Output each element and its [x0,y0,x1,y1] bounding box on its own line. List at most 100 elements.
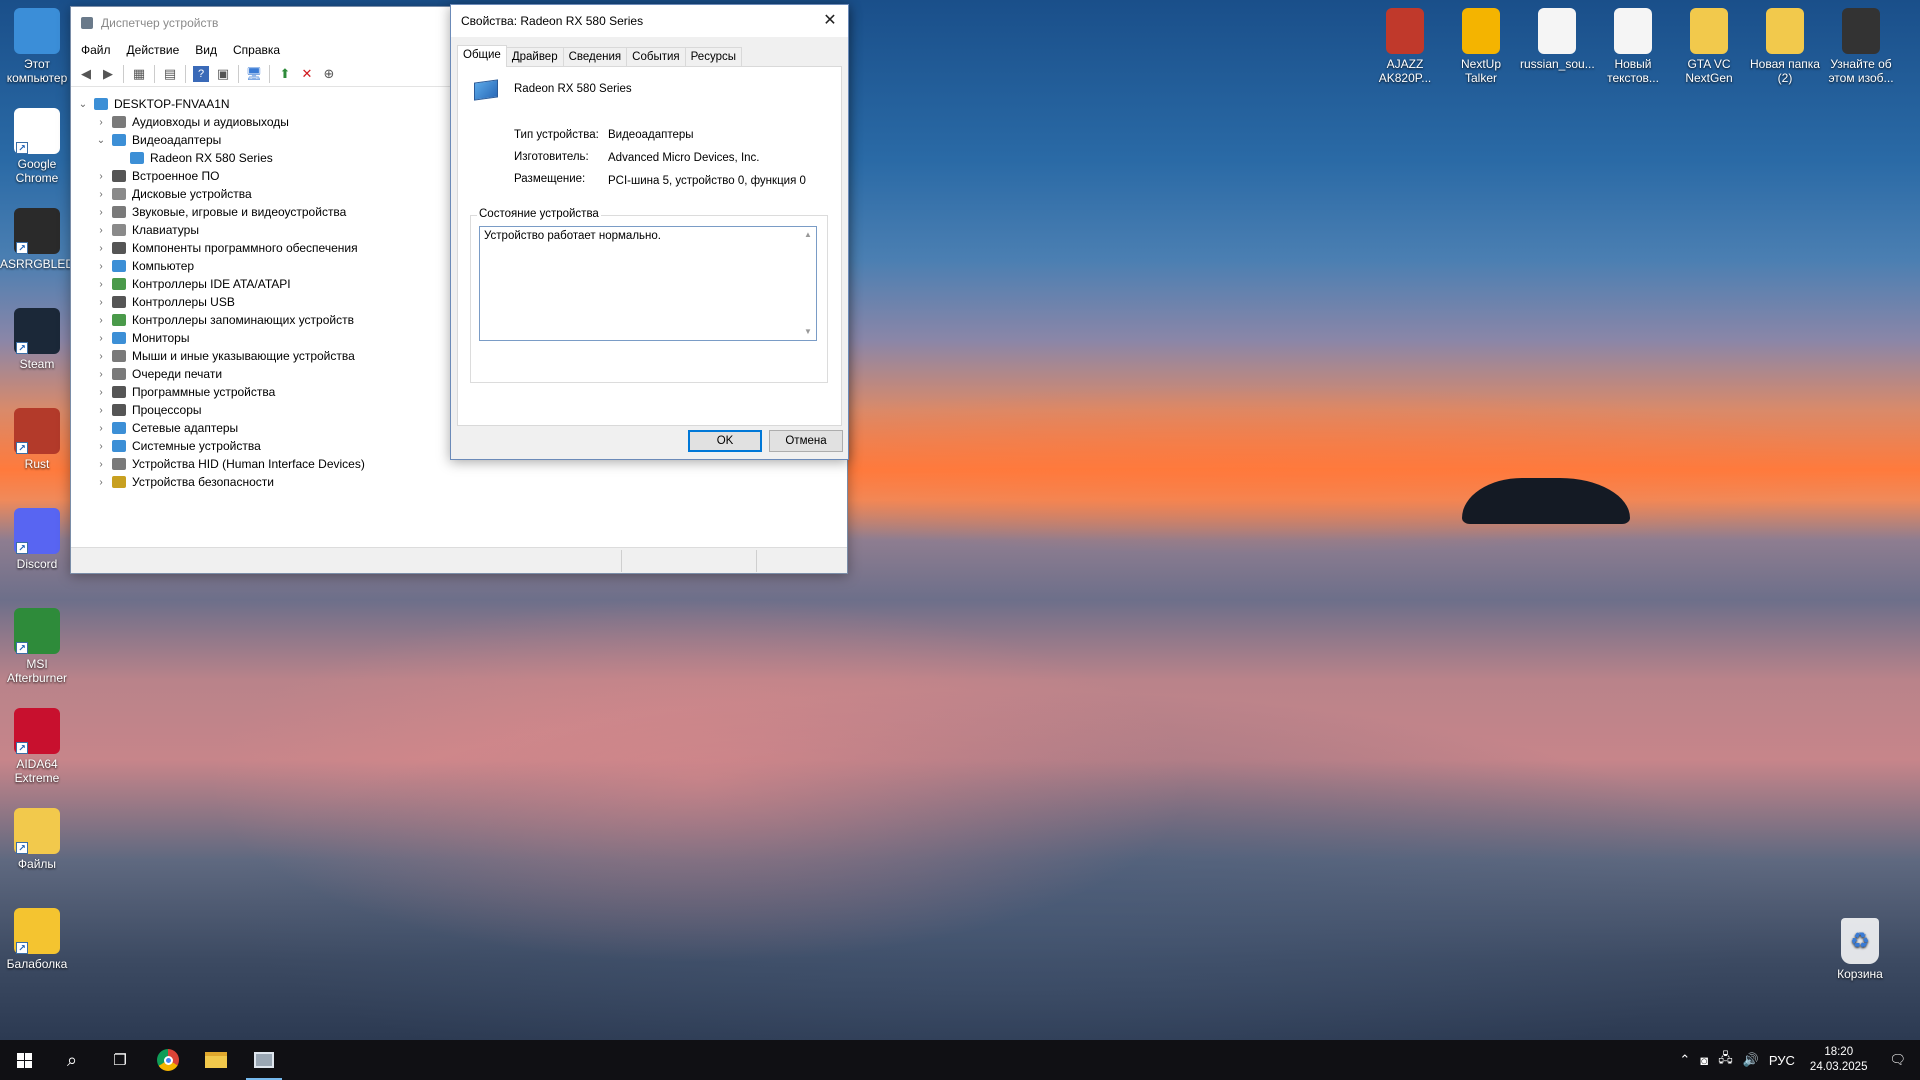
menu-help[interactable]: Справка [227,43,290,57]
properties-titlebar[interactable]: Свойства: Radeon RX 580 Series [451,5,848,37]
desktop-icon-files-folder[interactable]: ↗ Файлы [0,808,74,871]
chevron-right-icon[interactable]: › [94,189,108,200]
close-icon[interactable]: ✕ [820,11,840,31]
chevron-right-icon[interactable]: › [94,225,108,236]
taskbar-chrome[interactable] [144,1040,192,1080]
chevron-right-icon[interactable]: › [94,117,108,128]
add-driver-icon[interactable]: ⬆ [274,63,296,85]
desktop-icon-aida64[interactable]: ↗ AIDA64 Extreme [0,708,74,785]
desktop-icon-folder[interactable]: GTA VC NextGen [1672,8,1746,85]
action-pane-icon[interactable]: ▣ [212,63,234,85]
chevron-right-icon[interactable]: › [94,351,108,362]
webcam-icon[interactable]: ◙ [1695,1053,1713,1068]
desktop-icon-label: AIDA64 Extreme [14,757,60,785]
tab-events[interactable]: События [626,47,686,67]
desktop-icon-msi-afterburner[interactable]: ↗ MSI Afterburner [0,608,74,685]
chevron-right-icon[interactable]: › [94,315,108,326]
usb-icon [112,296,126,308]
desktop-icon-file[interactable]: russian_sou... [1520,8,1595,71]
desktop-icon-steam[interactable]: ↗ Steam [0,308,74,371]
cancel-button[interactable]: Отмена [769,430,843,452]
toolbar-separator [238,64,239,83]
shortcut-arrow-icon: ↗ [16,542,28,554]
scan-hardware-icon[interactable]: 🖥 [243,63,265,85]
toolbar-separator [269,64,270,83]
back-arrow-icon[interactable]: ◀ [75,63,97,85]
ok-button[interactable]: OK [688,430,762,452]
show-hide-console-tree-icon[interactable]: ▦ [128,63,150,85]
task-view-icon: ❐ [113,1052,127,1069]
tab-resources[interactable]: Ресурсы [684,47,742,67]
properties-dialog: Свойства: Radeon RX 580 Series ✕ Общие Д… [450,4,849,460]
desktop-icon-discord[interactable]: ↗ Discord [0,508,74,571]
chevron-right-icon[interactable]: › [94,279,108,290]
menu-view[interactable]: Вид [189,43,227,57]
notifications-icon[interactable]: 🗨 [1881,1052,1920,1068]
tab-driver[interactable]: Драйвер [505,47,564,67]
field-device-type-key: Тип устройства: [514,129,599,141]
tree-node-label: Компоненты программного обеспечения [132,241,358,255]
desktop-icon-rust[interactable]: ↗ Rust [0,408,74,471]
start-button[interactable] [0,1040,48,1080]
chevron-up-icon[interactable]: ⌃ [1674,1052,1695,1068]
tree-node-label: Клавиатуры [132,223,199,237]
menu-file[interactable]: Файл [75,43,121,57]
desktop-icon-camera-info[interactable]: Узнайте об этом изоб... [1824,8,1898,85]
desktop-icon-balabolka[interactable]: ↗ Балаболка [0,908,74,971]
desktop-icon-chrome[interactable]: ↗ Google Chrome [0,108,74,185]
chevron-right-icon[interactable]: › [94,423,108,434]
tree-node[interactable]: › Устройства безопасности [76,473,842,491]
network-adapter-icon [112,422,126,434]
scroll-up-icon[interactable]: ▲ [801,228,815,242]
chevron-right-icon[interactable]: › [94,243,108,254]
chevron-right-icon[interactable]: › [94,207,108,218]
device-status-textbox[interactable]: Устройство работает нормально. ▲ ▼ [479,226,817,341]
tree-node-label: Очереди печати [132,367,223,381]
update-driver-icon[interactable]: ⊕ [318,63,340,85]
chevron-right-icon[interactable]: › [94,297,108,308]
chevron-right-icon[interactable]: › [94,261,108,272]
desktop-icon-asrock-rgb[interactable]: ↗ ASRRGBLED [0,208,74,271]
desktop-icon-recycle-bin[interactable]: ♻ Корзина [1823,918,1897,981]
search-button[interactable]: ⌕ [48,1040,96,1080]
help-icon[interactable]: ? [193,65,209,82]
chevron-down-icon[interactable]: ⌄ [76,99,90,110]
network-icon[interactable]: 🖧 [1713,1049,1738,1071]
tab-general[interactable]: Общие [457,45,507,67]
uninstall-device-icon[interactable]: ✕ [296,63,318,85]
language-indicator[interactable]: РУС [1764,1053,1800,1068]
desktop-icon-label: Файлы [17,857,57,871]
nextup-talker-icon [1462,8,1500,54]
tab-details[interactable]: Сведения [562,47,628,67]
chevron-right-icon[interactable]: › [94,477,108,488]
menu-action[interactable]: Действие [121,43,190,57]
desktop-icon-label: Новая папка (2) [1750,57,1820,85]
device-manager-app-icon [81,17,93,29]
volume-icon[interactable]: 🔊 [1738,1052,1764,1068]
chevron-right-icon[interactable]: › [94,171,108,182]
chevron-down-icon[interactable]: ⌄ [94,135,108,146]
properties-icon[interactable]: ▤ [159,63,181,85]
taskbar-file-explorer[interactable] [192,1040,240,1080]
status-scrollbar[interactable]: ▲ ▼ [801,228,815,339]
chevron-right-icon[interactable]: › [94,459,108,470]
mouse-icon [112,350,126,362]
desktop-icon-ajazz[interactable]: AJAZZ AK820P... [1368,8,1442,85]
taskbar-device-manager[interactable] [240,1040,288,1080]
chevron-right-icon[interactable]: › [94,387,108,398]
tree-node-label: Контроллеры USB [132,295,235,309]
chevron-right-icon[interactable]: › [94,405,108,416]
desktop-icon-nextup-talker[interactable]: NextUp Talker [1444,8,1518,85]
forward-arrow-icon[interactable]: ▶ [97,63,119,85]
task-view-button[interactable]: ❐ [96,1040,144,1080]
chevron-right-icon[interactable]: › [94,369,108,380]
clock[interactable]: 18:20 24.03.2025 [1800,1045,1882,1075]
chevron-right-icon[interactable]: › [94,441,108,452]
scroll-down-icon[interactable]: ▼ [801,325,815,339]
desktop-icon-this-pc[interactable]: Этот компьютер [0,8,74,85]
tree-node-label: Встроенное ПО [132,169,220,183]
chevron-right-icon[interactable]: › [94,333,108,344]
desktop-icon-text-file[interactable]: Новый текстов... [1596,8,1670,85]
firmware-icon [112,170,126,182]
desktop-icon-folder[interactable]: Новая папка (2) [1748,8,1822,85]
